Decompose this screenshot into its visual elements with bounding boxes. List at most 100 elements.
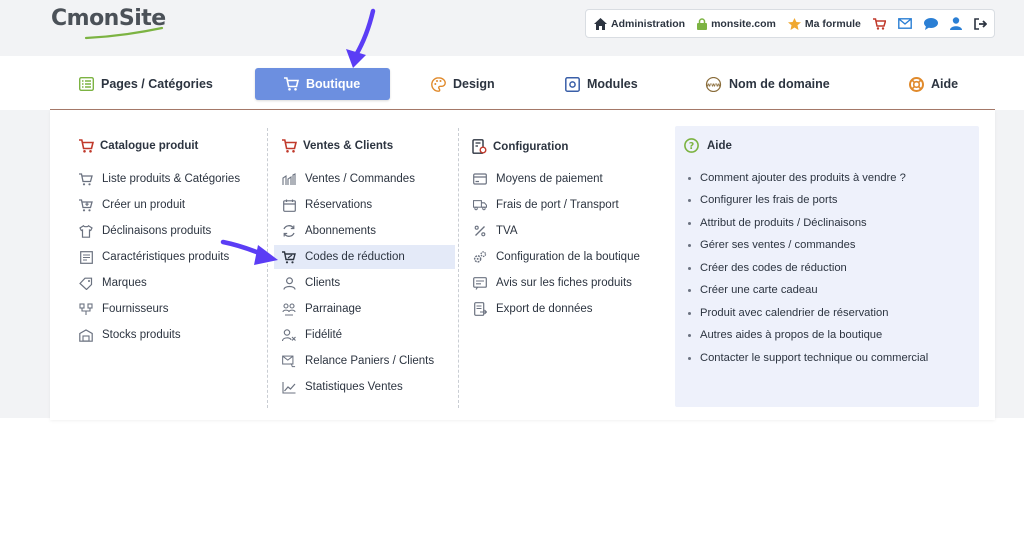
nav-design-label: Design <box>453 77 495 91</box>
help-link-label: Attribut de produits / Déclinaisons <box>700 217 867 229</box>
nav-help[interactable]: Aide <box>909 68 958 100</box>
menu-item-stocks[interactable]: Stocks produits <box>79 323 181 347</box>
help-link[interactable]: Autres aides à propos de la boutique <box>688 329 882 341</box>
catalogue-heading: Catalogue produit <box>79 139 198 153</box>
bullet <box>688 356 691 360</box>
cart-icon <box>284 77 299 91</box>
menu-item-label: Statistiques Ventes <box>305 381 403 393</box>
mail-cart-icon <box>282 354 296 368</box>
cart-icon <box>79 139 94 153</box>
bullet <box>688 243 691 247</box>
administration-label: Administration <box>611 17 686 30</box>
menu-item-frais-port[interactable]: Frais de port / Transport <box>473 193 619 217</box>
help-link-label: Créer une carte cadeau <box>700 284 818 296</box>
help-link-label: Gérer ses ventes / commandes <box>700 239 856 251</box>
help-link[interactable]: Créer des codes de réduction <box>688 262 847 274</box>
list-icon <box>79 77 94 91</box>
menu-item-avis-produits[interactable]: Avis sur les fiches produits <box>473 271 632 295</box>
menu-item-label: Export de données <box>496 303 593 315</box>
help-link[interactable]: Produit avec calendrier de réservation <box>688 307 888 319</box>
nav-design[interactable]: Design <box>431 68 495 100</box>
menu-item-label: Configuration de la boutique <box>496 251 640 263</box>
annotation-arrow-icon <box>346 8 376 68</box>
plan-label: Ma formule <box>804 17 861 30</box>
help-panel: ? Aide Comment ajouter des produits à ve… <box>675 126 979 407</box>
subscription-cycle-icon <box>282 224 296 238</box>
menu-item-liste-produits[interactable]: Liste produits & Catégories <box>79 167 240 191</box>
spec-list-icon <box>79 250 93 264</box>
cart-discount-icon <box>282 250 296 264</box>
menu-item-caracteristiques[interactable]: Caractéristiques produits <box>79 245 229 269</box>
credit-card-icon <box>473 172 487 186</box>
export-document-icon <box>473 302 487 316</box>
nav-domain[interactable]: www Nom de domaine <box>705 68 830 100</box>
nav-domain-label: Nom de domaine <box>729 77 830 91</box>
menu-item-reservations[interactable]: Réservations <box>282 193 372 217</box>
menu-item-fournisseurs[interactable]: Fournisseurs <box>79 297 168 321</box>
menu-item-declinaisons[interactable]: Déclinaisons produits <box>79 219 211 243</box>
lifebuoy-icon <box>909 76 924 92</box>
cart-button[interactable] <box>872 17 886 31</box>
logout-button[interactable] <box>974 17 987 31</box>
bullet <box>688 221 691 225</box>
administration-link[interactable]: Administration <box>594 17 686 30</box>
nav-pages-categories[interactable]: Pages / Catégories <box>79 68 213 100</box>
menu-item-label: Caractéristiques produits <box>102 251 230 263</box>
referral-icon <box>282 302 296 316</box>
help-link[interactable]: Comment ajouter des produits à vendre ? <box>688 172 906 184</box>
menu-item-creer-produit[interactable]: Créer un produit <box>79 193 185 217</box>
help-link[interactable]: Créer une carte cadeau <box>688 284 818 296</box>
menu-item-export[interactable]: Export de données <box>473 297 593 321</box>
help-link[interactable]: Attribut de produits / Déclinaisons <box>688 217 867 229</box>
nav-help-label: Aide <box>931 77 959 91</box>
cart-list-icon <box>79 172 93 186</box>
gears-icon <box>473 250 487 264</box>
menu-item-label: Réservations <box>305 199 373 211</box>
menu-item-parrainage[interactable]: Parrainage <box>282 297 361 321</box>
menu-item-label: Avis sur les fiches produits <box>496 277 632 289</box>
user-icon <box>282 276 296 290</box>
chat-button[interactable] <box>923 17 938 31</box>
menu-item-moyens-paiement[interactable]: Moyens de paiement <box>473 167 603 191</box>
configuration-title: Configuration <box>493 140 569 153</box>
help-link[interactable]: Configurer les frais de ports <box>688 194 837 206</box>
menu-item-fidelite[interactable]: Fidélité <box>282 323 342 347</box>
menu-item-label: Moyens de paiement <box>496 173 603 185</box>
menu-item-label: TVA <box>496 225 518 237</box>
account-button[interactable] <box>949 17 962 31</box>
menu-item-tva[interactable]: TVA <box>473 219 518 243</box>
help-link[interactable]: Contacter le support technique ou commer… <box>688 352 928 364</box>
plan-link[interactable]: Ma formule <box>787 17 861 30</box>
help-link-label: Créer des codes de réduction <box>700 262 847 274</box>
lock-icon <box>697 17 708 30</box>
nav-pages-label: Pages / Catégories <box>101 77 213 91</box>
menu-item-codes-reduction[interactable]: Codes de réduction <box>274 245 455 269</box>
bullet <box>688 176 691 180</box>
menu-item-clients[interactable]: Clients <box>282 271 340 295</box>
nav-boutique-label: Boutique <box>306 77 361 91</box>
menu-item-label: Relance Paniers / Clients <box>305 355 435 367</box>
nav-modules[interactable]: Modules <box>565 68 638 100</box>
mail-button[interactable] <box>897 17 912 31</box>
help-link[interactable]: Gérer ses ventes / commandes <box>688 239 855 251</box>
palette-icon <box>431 76 446 92</box>
menu-item-label: Frais de port / Transport <box>496 199 619 211</box>
menu-item-label: Ventes / Commandes <box>305 173 415 185</box>
menu-item-statistiques[interactable]: Statistiques Ventes <box>282 375 403 399</box>
menu-item-label: Parrainage <box>305 303 362 315</box>
menu-item-configuration-boutique[interactable]: Configuration de la boutique <box>473 245 640 269</box>
nav-boutique[interactable]: Boutique <box>255 68 390 100</box>
menu-item-ventes-commandes[interactable]: Ventes / Commandes <box>282 167 415 191</box>
bullet <box>688 333 691 337</box>
star-icon <box>787 17 801 30</box>
tag-icon <box>79 276 93 290</box>
menu-item-relance-paniers[interactable]: Relance Paniers / Clients <box>282 349 434 373</box>
menu-item-marques[interactable]: Marques <box>79 271 147 295</box>
question-icon: ? <box>684 138 699 153</box>
cart-icon <box>282 139 297 153</box>
help-heading: ? Aide <box>684 138 732 153</box>
menu-item-abonnements[interactable]: Abonnements <box>282 219 376 243</box>
site-link[interactable]: monsite.com <box>697 18 776 30</box>
svg-text:www: www <box>706 82 721 88</box>
menu-item-label: Abonnements <box>305 225 376 237</box>
